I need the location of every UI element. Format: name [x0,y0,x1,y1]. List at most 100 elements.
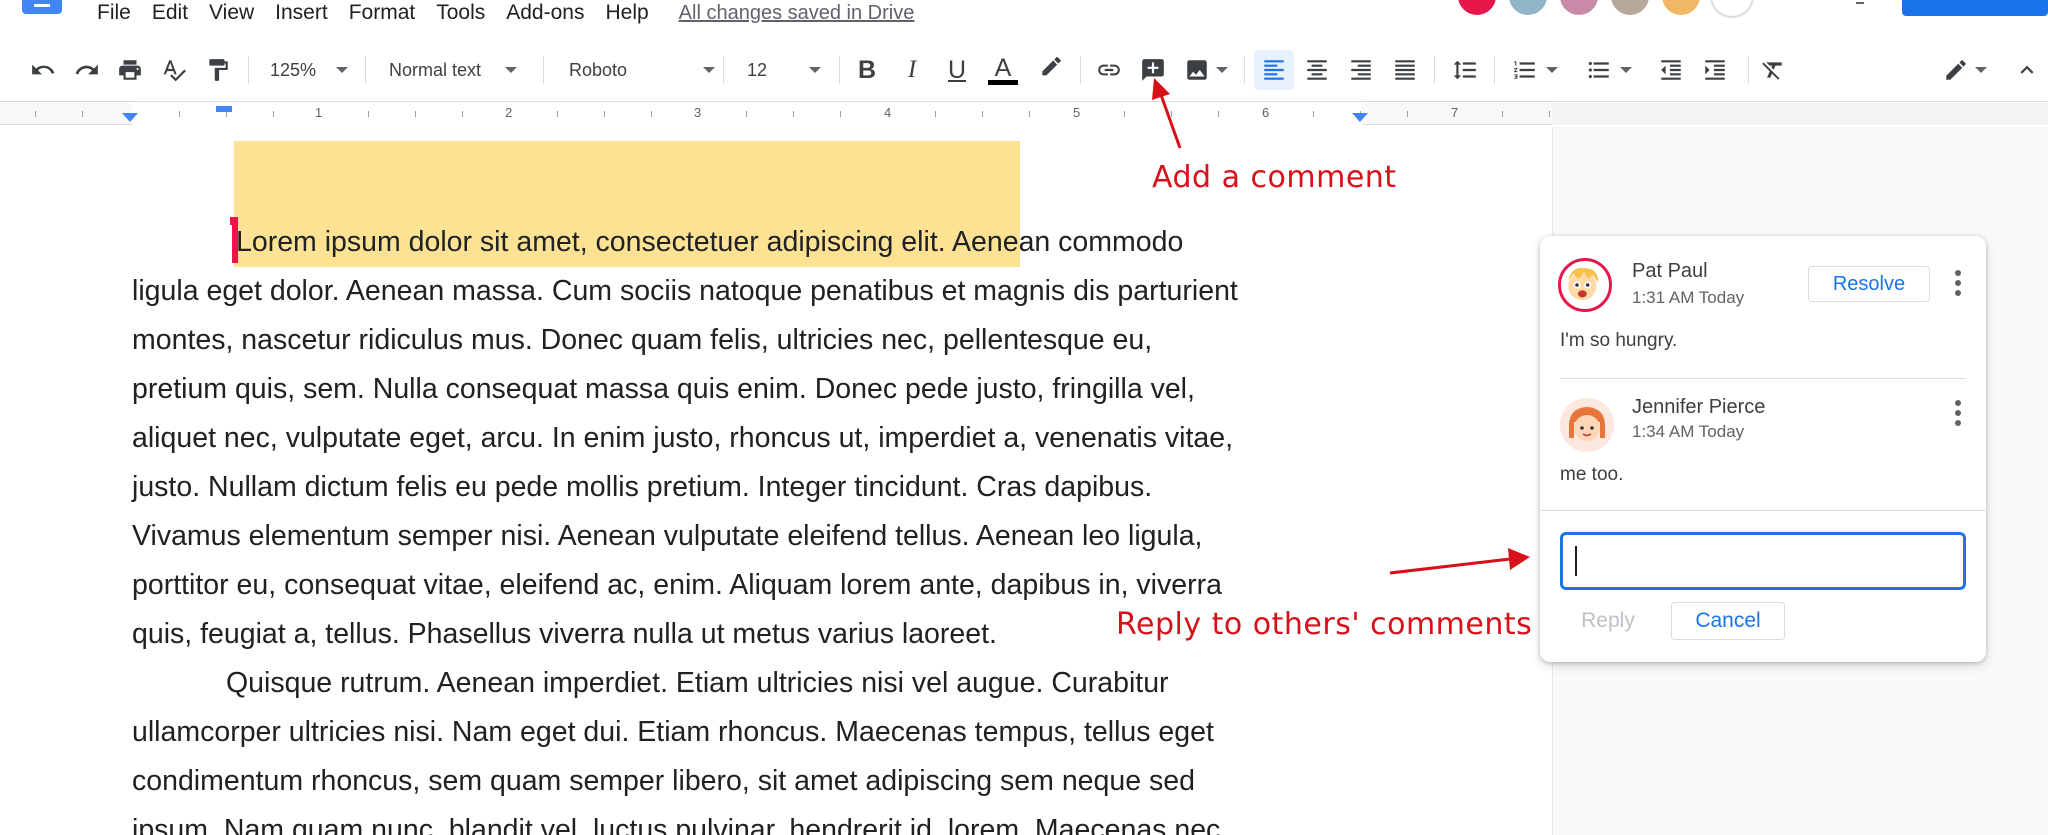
more-options-icon[interactable] [1954,270,1962,296]
chevron-down-icon [1975,67,1987,73]
comment-time: 1:31 AM Today [1632,288,1745,307]
menu-view[interactable]: View [209,0,254,26]
comment-divider [1560,378,1966,379]
line-spacing-button[interactable] [1448,50,1482,90]
undo-button[interactable] [26,50,60,90]
menu-addons[interactable]: Add-ons [506,0,584,26]
menu-bar: File Edit View Insert Format Tools Add-o… [0,0,2048,36]
menu-format[interactable]: Format [349,0,416,26]
menu-tools[interactable]: Tools [436,0,485,26]
toolbar: 125% Normal text Roboto 12 B I U A [0,38,2048,102]
increase-indent-icon [1705,60,1725,80]
justify-icon [1395,60,1415,80]
justify-button[interactable] [1388,50,1422,90]
editing-mode-button[interactable] [1938,50,1992,90]
toolbar-divider [365,56,366,84]
menu-file[interactable]: File [97,0,131,26]
style-select[interactable]: Normal text [389,50,529,90]
font-size-select[interactable]: 12 [747,50,827,90]
menu-edit[interactable]: Edit [152,0,188,26]
font-select[interactable]: Roboto [569,50,716,90]
text-color-icon: A [994,53,1012,82]
resolve-button[interactable]: Resolve [1808,266,1930,302]
comment-author: Pat Paul [1632,260,1708,282]
chevron-down-icon [1216,67,1228,73]
collaborator-avatar[interactable] [1710,0,1754,18]
share-button[interactable] [1902,0,2048,16]
italic-button[interactable]: I [897,50,927,90]
text-color-swatch [988,79,1018,85]
numbered-list-button[interactable] [1508,50,1562,90]
right-margin-marker [1352,113,1368,122]
collaborator-avatar[interactable] [1557,0,1601,18]
avatar [1558,258,1612,312]
avatar [1560,398,1614,452]
doc-paragraph-line: aliquet nec, vulputate eget, arcu. In en… [132,422,1234,454]
doc-paragraph-line: ipsum. Nam quam nunc, blandit vel, luctu… [132,814,1221,835]
collaborator-avatar[interactable] [1455,0,1499,18]
document-canvas[interactable]: Lorem ipsum dolor sit amet, consectetuer… [0,126,1552,835]
pat-avatar-icon [1568,267,1599,301]
doc-paragraph-line: Lorem ipsum dolor sit amet, consectetuer… [236,226,1184,258]
add-comment-button[interactable] [1136,50,1170,90]
chevron-down-icon [809,67,822,73]
paint-format-button[interactable] [201,50,235,90]
first-line-indent-marker [216,106,232,112]
more-options-icon[interactable] [1954,400,1962,426]
align-right-button[interactable] [1344,50,1378,90]
spellcheck-icon [163,60,186,82]
toolbar-divider [1494,56,1495,84]
collapse-menus-button[interactable] [2012,50,2042,90]
collaborator-avatar[interactable] [1608,0,1652,18]
toolbar-divider [839,56,840,84]
spellcheck-button[interactable] [157,50,191,90]
text-color-button[interactable]: A [986,50,1020,90]
reply-button[interactable]: Reply [1560,602,1656,640]
left-margin-marker [122,113,138,122]
docs-logo-icon[interactable] [22,0,62,14]
print-icon [119,60,141,80]
clear-formatting-icon [1762,62,1782,80]
menu-insert[interactable]: Insert [275,0,328,26]
document-body[interactable]: Lorem ipsum dolor sit amet, consectetuer… [132,218,1372,835]
collaborator-avatar[interactable] [1506,0,1550,18]
activity-icon[interactable] [1856,0,1864,4]
highlight-button[interactable] [1034,50,1068,90]
toolbar-divider [1244,56,1245,84]
doc-paragraph-line: montes, nascetur ridiculus mus. Donec qu… [132,324,1153,356]
bold-button[interactable]: B [852,50,882,90]
increase-indent-button[interactable] [1698,50,1732,90]
bulleted-list-button[interactable] [1582,50,1636,90]
menu-help[interactable]: Help [605,0,648,26]
clear-formatting-button[interactable] [1756,50,1790,90]
doc-paragraph-line: Quisque rutrum. Aenean imperdiet. Etiam … [226,667,1169,699]
numbered-list-icon [1514,61,1535,79]
chevron-up-icon [2020,65,2034,74]
comment-text: me too. [1560,464,1624,485]
decrease-indent-button[interactable] [1654,50,1688,90]
image-icon [1187,60,1207,80]
pencil-icon [1946,60,1966,80]
insert-image-button[interactable] [1180,50,1232,90]
align-left-button[interactable] [1254,50,1294,90]
zoom-select[interactable]: 125% [270,50,352,90]
font-value: Roboto [569,59,628,80]
ruler[interactable]: 1 2 3 4 5 6 7 [0,103,2048,125]
paint-format-icon [209,59,228,81]
underline-button[interactable]: U [942,50,972,90]
cancel-button[interactable]: Cancel [1671,602,1785,640]
comment-thread-card[interactable]: Pat Paul 1:31 AM Today Resolve I'm so hu… [1540,236,1986,662]
highlighter-icon [1042,57,1061,76]
align-center-button[interactable] [1300,50,1334,90]
redo-button[interactable] [70,50,104,90]
jennifer-avatar-icon [1560,398,1614,452]
insert-link-button[interactable] [1092,50,1126,90]
toolbar-divider [1748,56,1749,84]
print-button[interactable] [113,50,147,90]
toolbar-divider [543,56,544,84]
zoom-value: 125% [270,59,317,80]
chevron-down-icon [703,67,716,73]
collaborator-avatar[interactable] [1659,0,1703,18]
reply-input[interactable] [1560,532,1966,590]
save-status-link[interactable]: All changes saved in Drive [679,0,915,26]
